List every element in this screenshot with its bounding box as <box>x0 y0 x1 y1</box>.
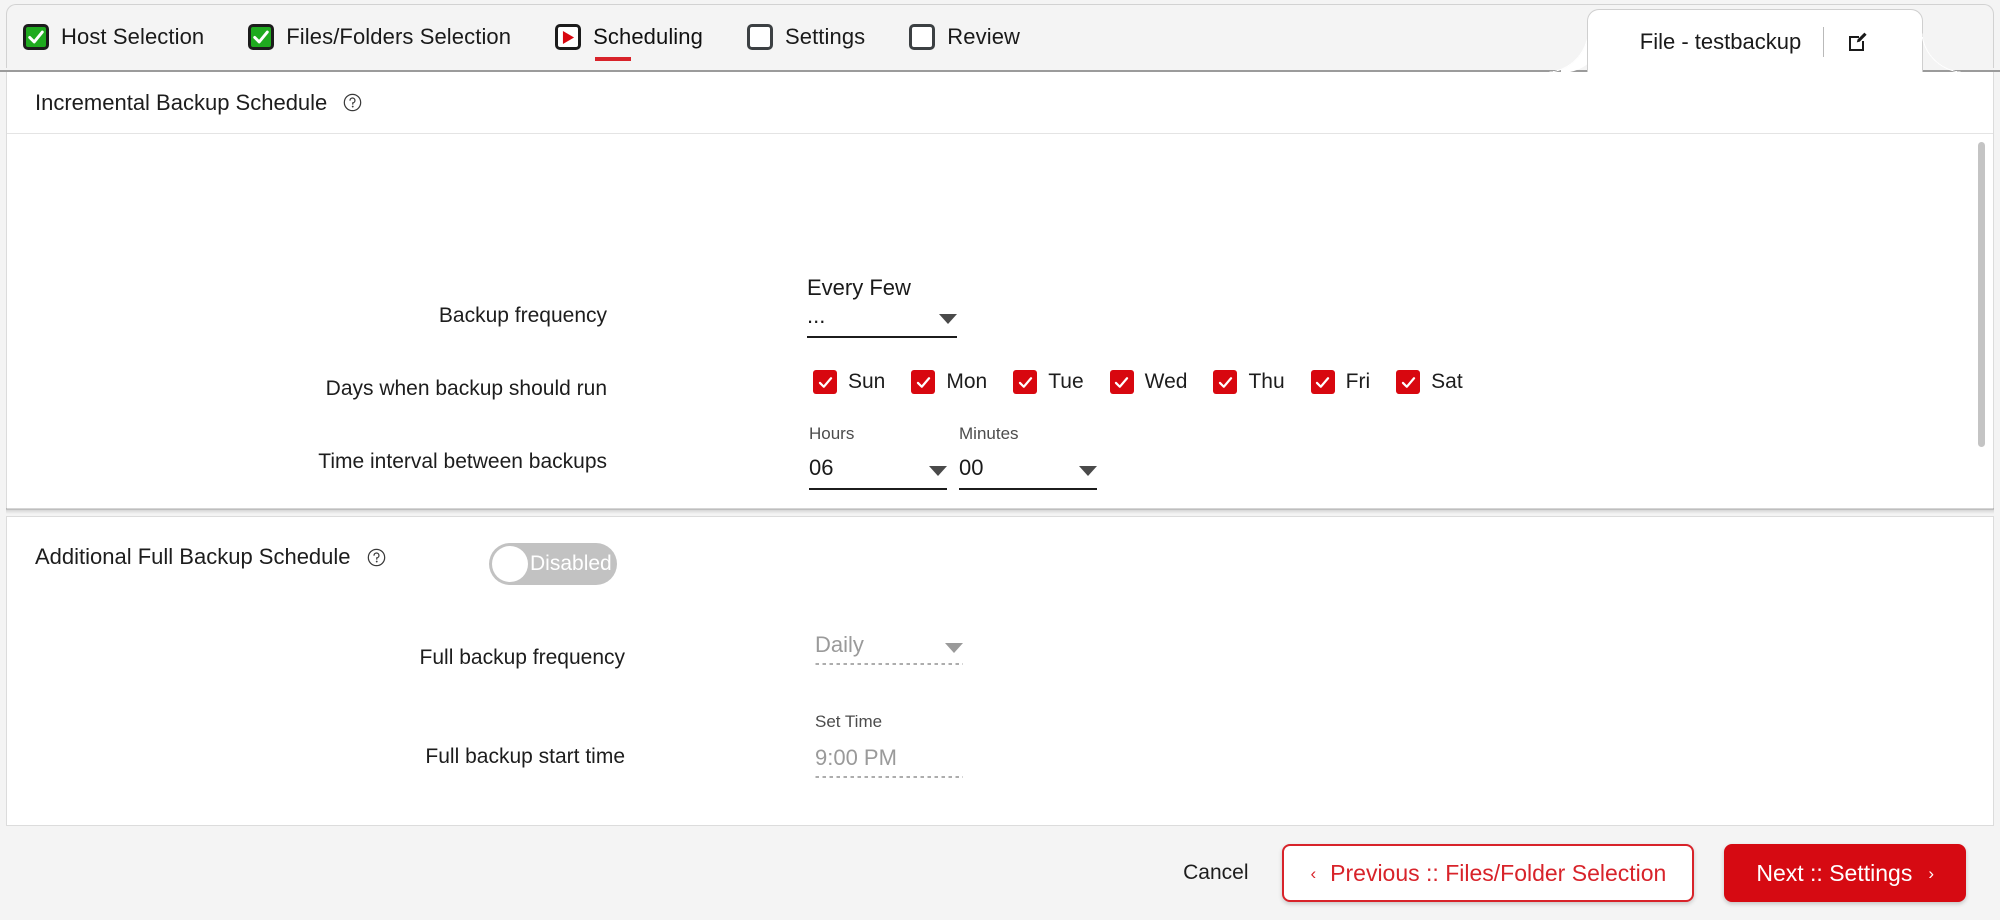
full-backup-section-title: Additional Full Backup Schedule <box>35 544 351 569</box>
day-label: Fri <box>1345 370 1371 393</box>
checkbox-checked-icon <box>1213 370 1238 394</box>
file-tab[interactable]: File - testbackup <box>1587 9 1923 73</box>
help-circle-icon[interactable] <box>343 93 362 112</box>
day-checkbox-wed[interactable]: Wed <box>1109 370 1188 394</box>
toggle-state-label: Disabled <box>530 552 612 575</box>
play-icon <box>555 24 582 50</box>
day-label: Thu <box>1248 370 1285 393</box>
time-interval-label: Time interval between backups <box>318 450 607 473</box>
chevron-down-icon <box>939 314 957 324</box>
day-checkbox-mon[interactable]: Mon <box>911 370 987 394</box>
full-backup-start-time-value: 9:00 PM <box>815 745 897 770</box>
next-button[interactable]: Next :: Settings › <box>1724 844 1966 902</box>
checkbox-checked-icon <box>813 370 837 394</box>
days-list: Sun Mon Tue Wed Thu Fri Sat <box>813 370 1489 394</box>
wizard-steps: Host Selection Files/Folders Selection S… <box>23 5 1064 69</box>
wizard-step-host-selection[interactable]: Host Selection <box>23 24 204 50</box>
file-tab-title: File - testbackup <box>1639 28 1802 54</box>
checkbox-checked-icon <box>23 24 49 50</box>
days-label: Days when backup should run <box>325 377 607 400</box>
day-label: Wed <box>1144 370 1188 393</box>
backup-frequency-label: Backup frequency <box>438 304 607 327</box>
wizard-step-label: Settings <box>784 24 866 49</box>
day-checkbox-tue[interactable]: Tue <box>1013 370 1084 394</box>
checkbox-checked-icon <box>1310 370 1335 394</box>
minutes-value: 00 <box>959 455 984 480</box>
minutes-select[interactable]: 00 <box>959 448 1097 490</box>
wizard-step-bar-inner: Host Selection Files/Folders Selection S… <box>6 4 1994 73</box>
wizard-step-settings[interactable]: Settings <box>746 24 866 50</box>
full-backup-enable-toggle[interactable]: Disabled <box>489 543 617 585</box>
day-checkbox-sat[interactable]: Sat <box>1396 370 1463 394</box>
backup-frequency-select[interactable]: Every Few ... <box>807 275 957 338</box>
full-backup-section-body: Full backup frequency Daily Full backup … <box>7 597 1993 825</box>
previous-button[interactable]: ‹ Previous :: Files/Folder Selection <box>1282 844 1695 902</box>
cancel-button[interactable]: Cancel <box>1179 855 1252 891</box>
checkbox-checked-icon <box>1109 370 1134 394</box>
next-button-label: Next :: Settings <box>1756 859 1913 886</box>
minutes-label: Minutes <box>959 424 1019 443</box>
help-circle-icon[interactable] <box>367 548 386 567</box>
wizard-step-files-folders-selection[interactable]: Files/Folders Selection <box>248 24 511 50</box>
hours-label: Hours <box>809 424 855 443</box>
wizard-step-label: Scheduling <box>593 24 703 49</box>
checkbox-checked-icon <box>911 370 936 394</box>
file-tab-wrapper: File - testbackup <box>1545 9 1965 73</box>
checkbox-checked-icon <box>248 24 275 50</box>
day-label: Sat <box>1431 370 1463 393</box>
hours-field: Hours 06 <box>809 424 947 490</box>
hours-value: 06 <box>809 455 834 480</box>
incremental-backup-panel: Incremental Backup Schedule Backup frequ… <box>6 72 1994 510</box>
full-backup-section-header: Additional Full Backup Schedule Disabled <box>7 517 1993 597</box>
day-label: Mon <box>946 370 988 393</box>
wizard-step-bar: Host Selection Files/Folders Selection S… <box>0 0 2000 73</box>
hours-select[interactable]: 06 <box>809 448 947 490</box>
full-backup-panel: Additional Full Backup Schedule Disabled… <box>6 516 1994 826</box>
panel-divider-shadow <box>6 508 1994 514</box>
days-checkbox-group: Sun Mon Tue Wed Thu Fri Sat <box>813 370 1489 394</box>
incremental-panel-scrollbar[interactable] <box>1978 142 1985 482</box>
incremental-section-header: Incremental Backup Schedule <box>7 72 1993 134</box>
checkbox-checked-icon <box>1396 370 1421 394</box>
chevron-left-icon: ‹ <box>1310 863 1317 883</box>
backup-frequency-value: Every Few ... <box>807 275 911 328</box>
wizard-step-label: Review <box>947 24 1021 49</box>
checkbox-checked-icon <box>1013 370 1038 394</box>
edit-pencil-icon[interactable] <box>1846 30 1870 54</box>
chevron-down-icon <box>929 466 947 476</box>
wizard-step-label: Host Selection <box>61 24 205 49</box>
chevron-right-icon: › <box>1928 863 1934 883</box>
wizard-step-review[interactable]: Review <box>909 24 1020 50</box>
chevron-down-icon <box>945 643 963 653</box>
file-tab-divider <box>1823 26 1825 57</box>
incremental-section-body: Backup frequency Every Few ... Days when… <box>7 134 1993 508</box>
checkbox-empty-icon <box>909 24 936 50</box>
scrollbar-thumb[interactable] <box>1978 142 1985 447</box>
day-checkbox-sun[interactable]: Sun <box>813 370 885 394</box>
previous-button-label: Previous :: Files/Folder Selection <box>1330 859 1667 886</box>
wizard-footer: Cancel ‹ Previous :: Files/Folder Select… <box>0 826 2000 920</box>
full-backup-start-time-label: Full backup start time <box>425 745 625 768</box>
day-checkbox-fri[interactable]: Fri <box>1310 370 1371 394</box>
full-backup-frequency-label: Full backup frequency <box>419 646 625 669</box>
day-label: Tue <box>1048 370 1084 393</box>
wizard-step-scheduling[interactable]: Scheduling <box>555 24 703 50</box>
set-time-label: Set Time <box>815 712 883 731</box>
chevron-down-icon <box>1079 466 1097 476</box>
full-backup-frequency-value: Daily <box>815 632 864 657</box>
full-backup-start-time-field: Set Time 9:00 PM <box>815 712 963 778</box>
wizard-step-label: Files/Folders Selection <box>286 24 512 49</box>
incremental-section-title: Incremental Backup Schedule <box>35 89 328 115</box>
full-backup-frequency-select: Daily <box>815 623 963 665</box>
checkbox-empty-icon <box>746 24 773 50</box>
toggle-knob <box>492 546 528 582</box>
day-label: Sun <box>848 370 886 393</box>
minutes-field: Minutes 00 <box>959 424 1097 490</box>
day-checkbox-thu[interactable]: Thu <box>1213 370 1285 394</box>
backup-scheduling-wizard: Host Selection Files/Folders Selection S… <box>0 0 2000 920</box>
